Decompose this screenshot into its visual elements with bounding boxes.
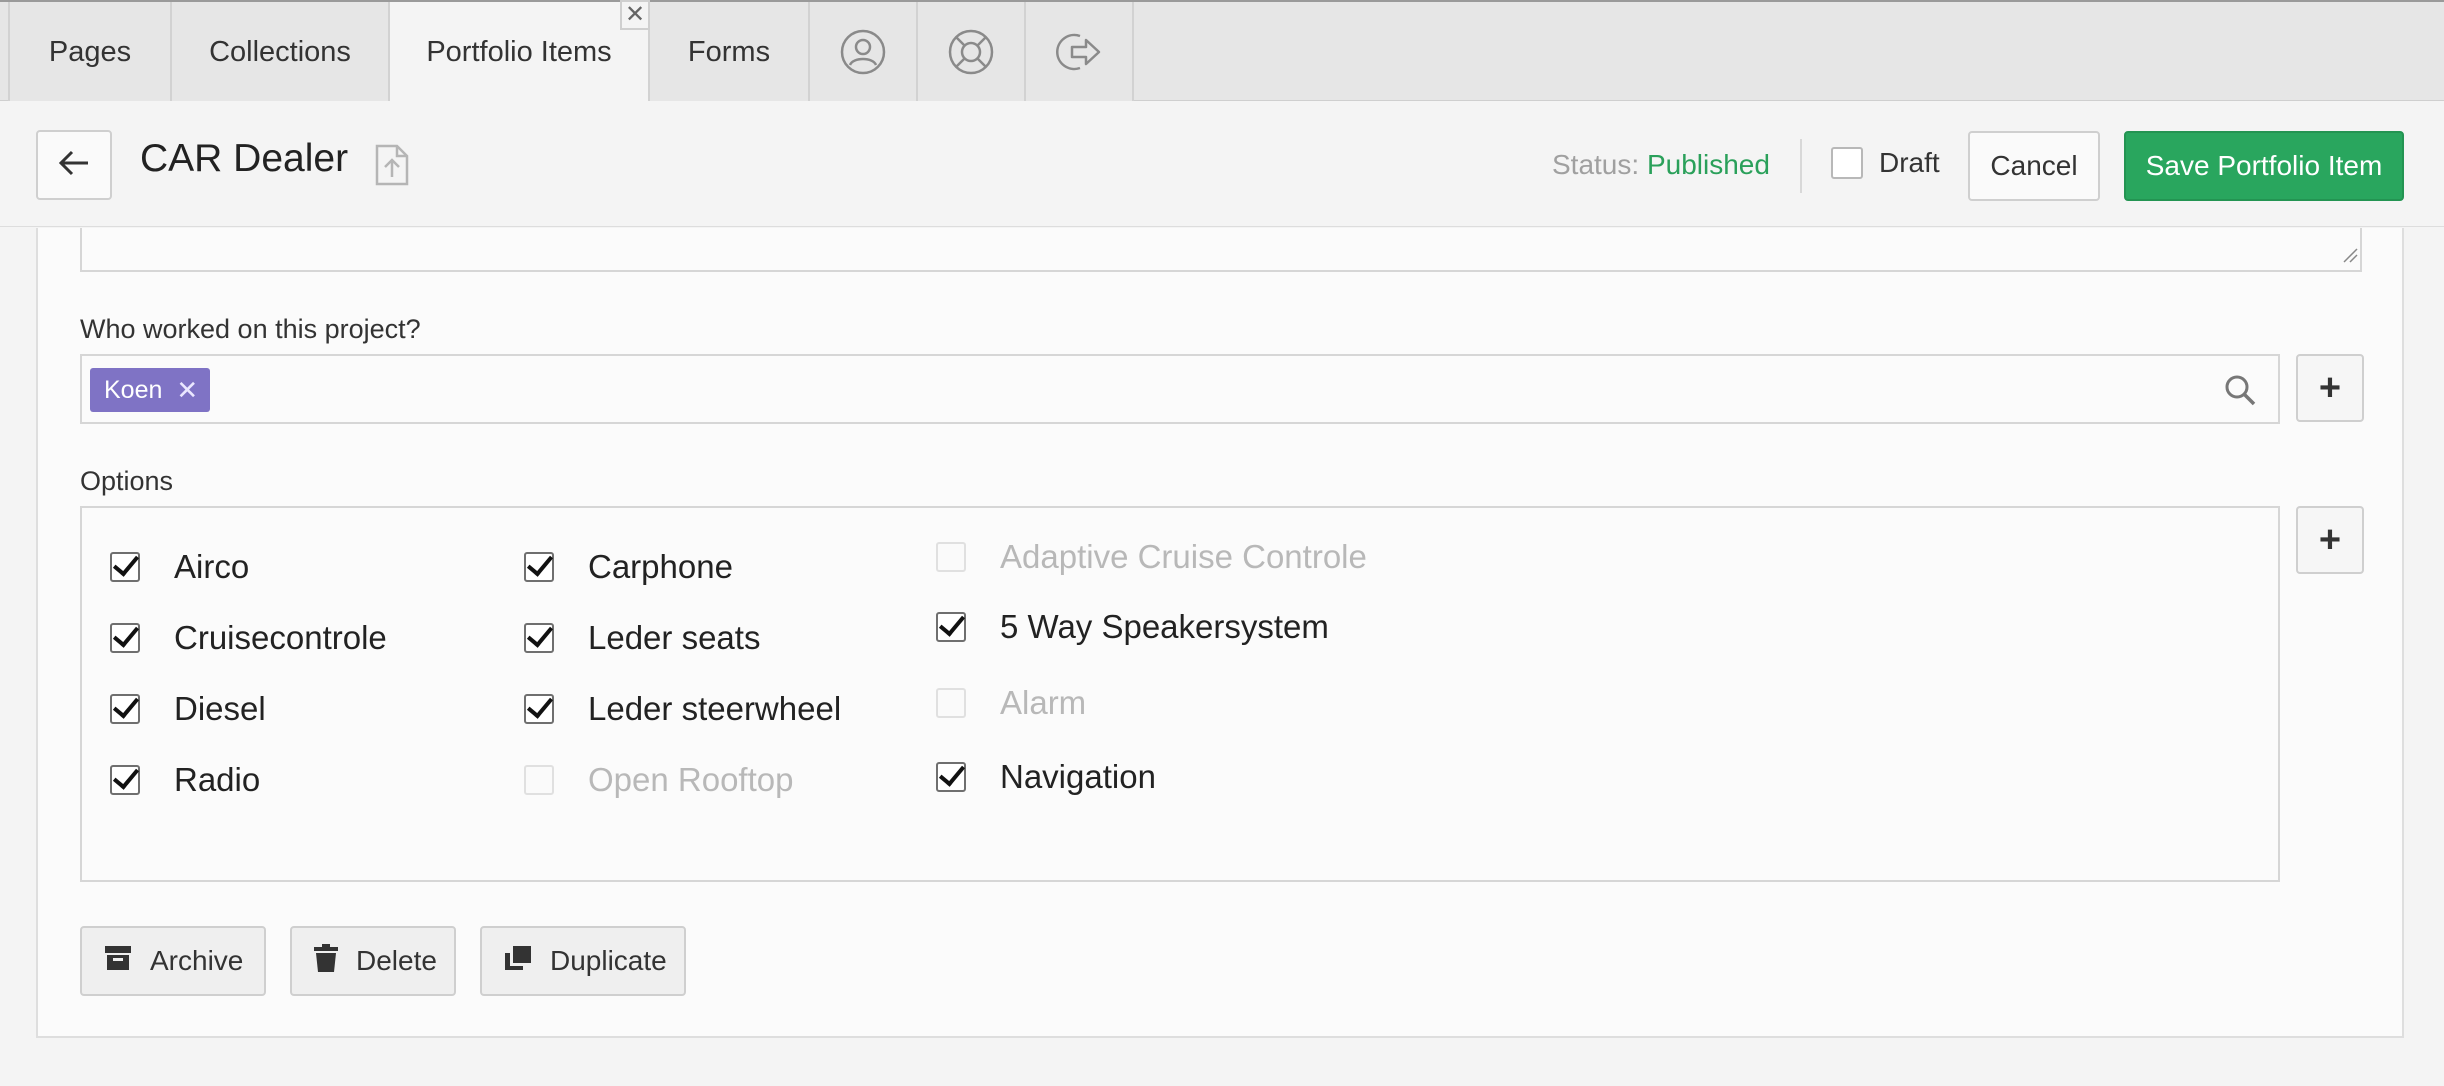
option-checkbox[interactable] bbox=[110, 623, 140, 653]
option-label: Radio bbox=[174, 761, 261, 798]
option-checkbox[interactable] bbox=[936, 612, 966, 642]
workers-tag-input[interactable]: Koen ✕ bbox=[80, 354, 2280, 424]
option-cruisecontrole[interactable]: Cruisecontrole bbox=[110, 619, 387, 657]
option-checkbox[interactable] bbox=[524, 552, 554, 582]
tab-logout[interactable] bbox=[1026, 2, 1134, 102]
option-checkbox[interactable] bbox=[110, 694, 140, 724]
delete-button[interactable]: Delete bbox=[290, 926, 456, 996]
option-navigation[interactable]: Navigation bbox=[936, 758, 1156, 796]
worker-chip-label: Koen bbox=[104, 375, 163, 404]
duplicate-label: Duplicate bbox=[550, 945, 667, 976]
option-label: Alarm bbox=[1000, 684, 1087, 721]
option-label: Open Rooftop bbox=[588, 761, 794, 798]
cancel-button[interactable]: Cancel bbox=[1968, 131, 2100, 201]
option-carphone[interactable]: Carphone bbox=[524, 548, 733, 586]
option-label: Leder steerwheel bbox=[588, 690, 842, 727]
add-worker-button[interactable]: + bbox=[2296, 354, 2364, 422]
tab-label: Collections bbox=[209, 35, 351, 68]
option-checkbox[interactable] bbox=[110, 765, 140, 795]
option-checkbox[interactable] bbox=[524, 765, 554, 795]
delete-label: Delete bbox=[356, 945, 437, 976]
option-checkbox[interactable] bbox=[936, 542, 966, 572]
option-label: Airco bbox=[174, 548, 250, 585]
logout-icon bbox=[1054, 28, 1104, 76]
close-icon[interactable]: ✕ bbox=[620, 0, 650, 30]
draft-checkbox[interactable]: Draft bbox=[1831, 147, 1940, 179]
tab-help[interactable] bbox=[918, 2, 1026, 102]
file-upload-icon[interactable] bbox=[374, 143, 410, 192]
status-label: Status: bbox=[1552, 149, 1640, 180]
option-label: Carphone bbox=[588, 548, 733, 585]
archive-icon bbox=[104, 945, 132, 978]
remove-chip-icon[interactable]: ✕ bbox=[176, 377, 198, 403]
option-checkbox[interactable] bbox=[110, 552, 140, 582]
tab-forms[interactable]: Forms bbox=[650, 2, 810, 102]
save-portfolio-item-button[interactable]: Save Portfolio Item bbox=[2124, 131, 2404, 201]
back-button[interactable] bbox=[36, 130, 112, 200]
resize-handle-icon[interactable] bbox=[2340, 245, 2358, 268]
tab-collections[interactable]: Collections bbox=[172, 2, 390, 102]
workers-field-label: Who worked on this project? bbox=[80, 314, 421, 344]
arrow-left-icon bbox=[58, 149, 90, 182]
add-option-button[interactable]: + bbox=[2296, 506, 2364, 574]
option-adaptive-cruise-controle[interactable]: Adaptive Cruise Controle bbox=[936, 538, 1367, 576]
option-label: 5 Way Speakersystem bbox=[1000, 608, 1329, 645]
option-radio[interactable]: Radio bbox=[110, 761, 260, 799]
option-leder-steerwheel[interactable]: Leder steerwheel bbox=[524, 690, 841, 728]
option-checkbox[interactable] bbox=[936, 688, 966, 718]
option-diesel[interactable]: Diesel bbox=[110, 690, 266, 728]
tab-account[interactable] bbox=[810, 2, 918, 102]
option-label: Adaptive Cruise Controle bbox=[1000, 538, 1367, 575]
option-5-way-speakersystem[interactable]: 5 Way Speakersystem bbox=[936, 608, 1329, 646]
search-icon[interactable] bbox=[2224, 374, 2256, 411]
duplicate-icon bbox=[504, 945, 532, 978]
trash-icon bbox=[314, 943, 338, 979]
option-open-rooftop[interactable]: Open Rooftop bbox=[524, 761, 793, 799]
tab-label: Forms bbox=[687, 35, 771, 68]
options-field-label: Options bbox=[80, 466, 174, 496]
tab-pages[interactable]: Pages bbox=[8, 2, 172, 102]
description-textarea[interactable] bbox=[80, 228, 2362, 272]
draft-label: Draft bbox=[1879, 147, 1940, 178]
tab-label: Portfolio Items bbox=[426, 36, 612, 68]
option-checkbox[interactable] bbox=[524, 623, 554, 653]
option-label: Leder seats bbox=[588, 619, 761, 656]
archive-label: Archive bbox=[150, 945, 244, 976]
option-label: Diesel bbox=[174, 690, 266, 727]
option-airco[interactable]: Airco bbox=[110, 548, 249, 586]
editor-header: CAR Dealer Status: Published Draft Cance… bbox=[0, 101, 2444, 227]
option-alarm[interactable]: Alarm bbox=[936, 684, 1086, 722]
worker-chip: Koen ✕ bbox=[90, 368, 211, 412]
user-circle-icon bbox=[839, 28, 887, 76]
duplicate-button[interactable]: Duplicate bbox=[480, 926, 686, 996]
options-checkbox-group: Airco Cruisecontrole Diesel Radio Carpho… bbox=[80, 506, 2280, 882]
status-indicator: Status: Published bbox=[1552, 149, 1770, 181]
main-tab-bar: Pages Collections Portfolio Items ✕ Form… bbox=[0, 0, 2444, 103]
lifebuoy-icon bbox=[947, 28, 995, 76]
page-title: CAR Dealer bbox=[140, 137, 349, 180]
option-checkbox[interactable] bbox=[936, 762, 966, 792]
option-label: Cruisecontrole bbox=[174, 619, 387, 656]
option-leder-seats[interactable]: Leder seats bbox=[524, 619, 760, 657]
header-divider bbox=[1800, 139, 1802, 193]
tab-portfolio-items[interactable]: Portfolio Items ✕ bbox=[390, 0, 650, 103]
status-value: Published bbox=[1646, 149, 1770, 180]
portfolio-item-form: Who worked on this project? Koen ✕ + Opt… bbox=[36, 228, 2404, 1038]
archive-button[interactable]: Archive bbox=[80, 926, 266, 996]
tab-label: Pages bbox=[48, 35, 132, 68]
option-checkbox[interactable] bbox=[524, 694, 554, 724]
option-label: Navigation bbox=[1000, 758, 1156, 795]
draft-checkbox-box[interactable] bbox=[1831, 147, 1863, 179]
